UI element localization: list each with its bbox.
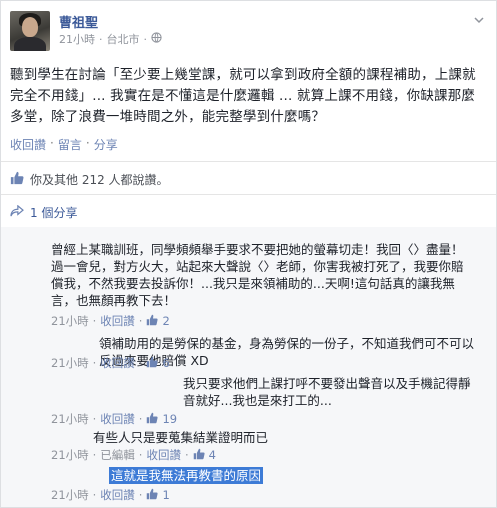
chevron-down-icon[interactable] [474,15,484,25]
comment-like-count[interactable]: 19 [162,412,177,426]
highlighted-text: 這就是我無法再教書的原因 [109,467,264,484]
divider [1,161,496,162]
author-name[interactable]: 曹祖聖 [59,12,98,31]
likes-text: 你及其他 212 人都說讚。 [30,173,169,187]
unlike-button[interactable]: 收回讚 [10,136,46,153]
author-avatar[interactable] [10,11,50,51]
comment-meta: 21小時 · 已編輯 · 收回讚 · 4 [51,447,216,463]
comment-unlike-button[interactable]: 收回讚 [100,411,135,427]
thumbs-up-icon [146,356,159,371]
comment-time[interactable]: 21小時 [51,447,89,463]
comment-unlike-button[interactable]: 收回讚 [146,447,181,463]
meta-dot-2: · [143,32,148,46]
comment-text: 有些人只是要蒐集結業證明而已 [93,430,269,445]
comment-unlike-button[interactable]: 收回讚 [100,313,135,329]
comment-unlike-button[interactable]: 收回讚 [100,355,135,371]
thumbs-up-icon [146,488,159,503]
comment-time[interactable]: 21小時 [51,487,89,503]
comment-like-count[interactable]: 6 [162,356,169,370]
thumbs-up-icon [146,314,159,329]
thumbs-up-icon [193,448,205,463]
comment-meta: 21小時 · 收回讚 · 6 [51,355,170,371]
comment-edited[interactable]: 已編輯 [100,447,135,463]
post-time[interactable]: 21小時 [59,31,95,47]
comment-unlike-button[interactable]: 收回讚 [100,487,135,503]
comment-like-count[interactable]: 2 [162,314,169,328]
post-body: 聽到學生在討論「至少要上幾堂課，就可以拿到政府全額的課程補助，上課就完全不用錢」… [10,67,476,125]
meta-dot: · [99,32,103,46]
shares-summary[interactable]: 1 個分享 [10,204,77,221]
comment-meta: 21小時 · 收回讚 · 2 [51,313,170,329]
comment-text: 這就是我無法再教書的原因 [109,467,409,484]
post-location[interactable]: 台北市 [107,31,140,47]
thumbs-up-icon [146,412,159,427]
thumbs-up-icon [10,171,24,188]
divider [1,194,496,195]
comment-like-count[interactable]: 1 [162,488,169,502]
comment-like-count[interactable]: 4 [209,448,216,462]
comment-meta: 21小時 · 收回讚 · 1 [51,487,170,503]
likes-summary[interactable]: 你及其他 212 人都說讚。 [10,171,169,188]
share-button[interactable]: 分享 [94,136,118,153]
globe-icon [151,32,162,46]
post-card: 曹祖聖 21小時 · 台北市 · 聽到學生在討論「至少要上幾堂課，就可以拿到政府… [0,0,497,508]
share-arrow-icon [10,204,24,220]
comment-meta: 21小時 · 收回讚 · 19 [51,411,178,427]
post-actions: 收回讚 · 留言 · 分享 [10,136,118,153]
comment-text: 曾經上某職訓班，同學頻頻舉手要求不要把她的螢幕切走！我回〈〉盡量！過一會兒，對方… [51,242,464,308]
comments-section: 曾經上某職訓班，同學頻頻舉手要求不要把她的螢幕切走！我回〈〉盡量！過一會兒，對方… [1,227,496,507]
comment-text: 我只要求他們上課打呼不要發出聲音以及手機記得靜音就好...我也是來打工的... [183,376,471,408]
comment-time[interactable]: 21小時 [51,313,89,329]
shares-text: 1 個分享 [30,206,78,220]
comment-button[interactable]: 留言 [58,136,82,153]
comment-time[interactable]: 21小時 [51,355,89,371]
post-meta: 21小時 · 台北市 · [59,31,162,47]
comment-time[interactable]: 21小時 [51,411,89,427]
